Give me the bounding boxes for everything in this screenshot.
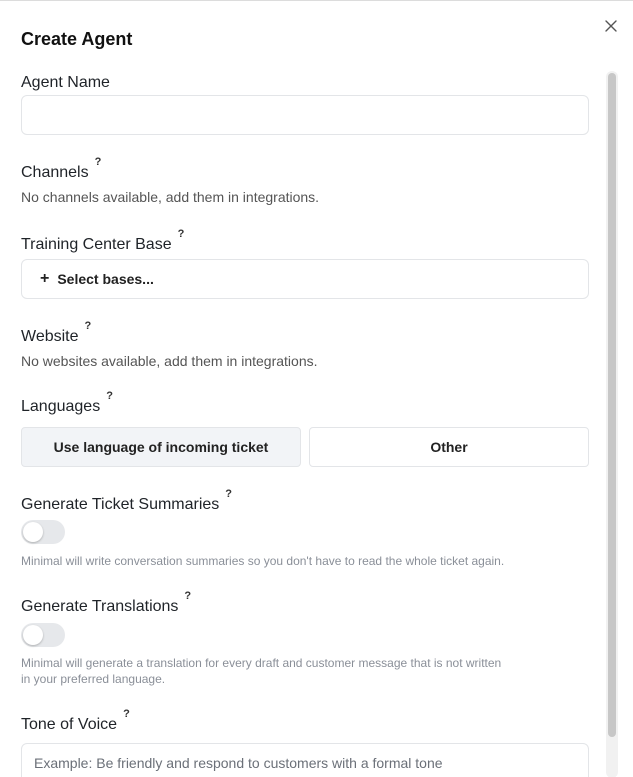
toggle-knob <box>23 625 43 645</box>
website-label: Website ? <box>21 320 92 345</box>
ticket-summaries-label: Generate Ticket Summaries ? <box>21 488 233 513</box>
select-bases-button[interactable]: + Select bases... <box>21 259 589 299</box>
language-option-other[interactable]: Other <box>309 427 589 467</box>
agent-name-input[interactable] <box>21 95 589 135</box>
close-icon <box>605 20 617 32</box>
toggle-knob <box>23 522 43 542</box>
channels-help-icon[interactable]: ? <box>95 156 102 168</box>
select-bases-label: Select bases... <box>57 271 154 287</box>
close-button[interactable] <box>600 15 622 37</box>
training-center-help-icon[interactable]: ? <box>178 228 185 240</box>
tone-of-voice-input[interactable] <box>21 743 589 777</box>
channels-label: Channels ? <box>21 156 102 181</box>
website-empty-text: No websites available, add them in integ… <box>21 353 318 369</box>
translations-toggle[interactable] <box>21 623 65 647</box>
create-agent-dialog: Create Agent Agent Name Channels ? No ch… <box>0 0 633 777</box>
translations-label: Generate Translations ? <box>21 590 192 615</box>
translations-help-icon[interactable]: ? <box>184 590 191 602</box>
training-center-label: Training Center Base ? <box>21 228 185 253</box>
ticket-summaries-help-icon[interactable]: ? <box>225 488 232 500</box>
translations-description-line-1: Minimal will generate a translation for … <box>21 656 502 670</box>
plus-icon: + <box>40 270 50 287</box>
channels-empty-text: No channels available, add them in integ… <box>21 189 320 205</box>
language-option-incoming[interactable]: Use language of incoming ticket <box>21 427 301 467</box>
dialog-title: Create Agent <box>21 29 133 49</box>
website-help-icon[interactable]: ? <box>85 320 92 332</box>
translations-description-line-2: in your preferred language. <box>21 672 166 686</box>
agent-name-label: Agent Name <box>21 74 110 91</box>
ticket-summaries-toggle[interactable] <box>21 520 65 544</box>
languages-label: Languages ? <box>21 390 113 415</box>
languages-help-icon[interactable]: ? <box>106 390 113 402</box>
scrollbar-thumb[interactable] <box>608 73 616 737</box>
tone-of-voice-label: Tone of Voice ? <box>21 708 130 733</box>
tone-of-voice-help-icon[interactable]: ? <box>123 708 130 720</box>
scrollbar-track[interactable] <box>606 71 618 777</box>
ticket-summaries-description: Minimal will write conversation summarie… <box>21 554 505 568</box>
